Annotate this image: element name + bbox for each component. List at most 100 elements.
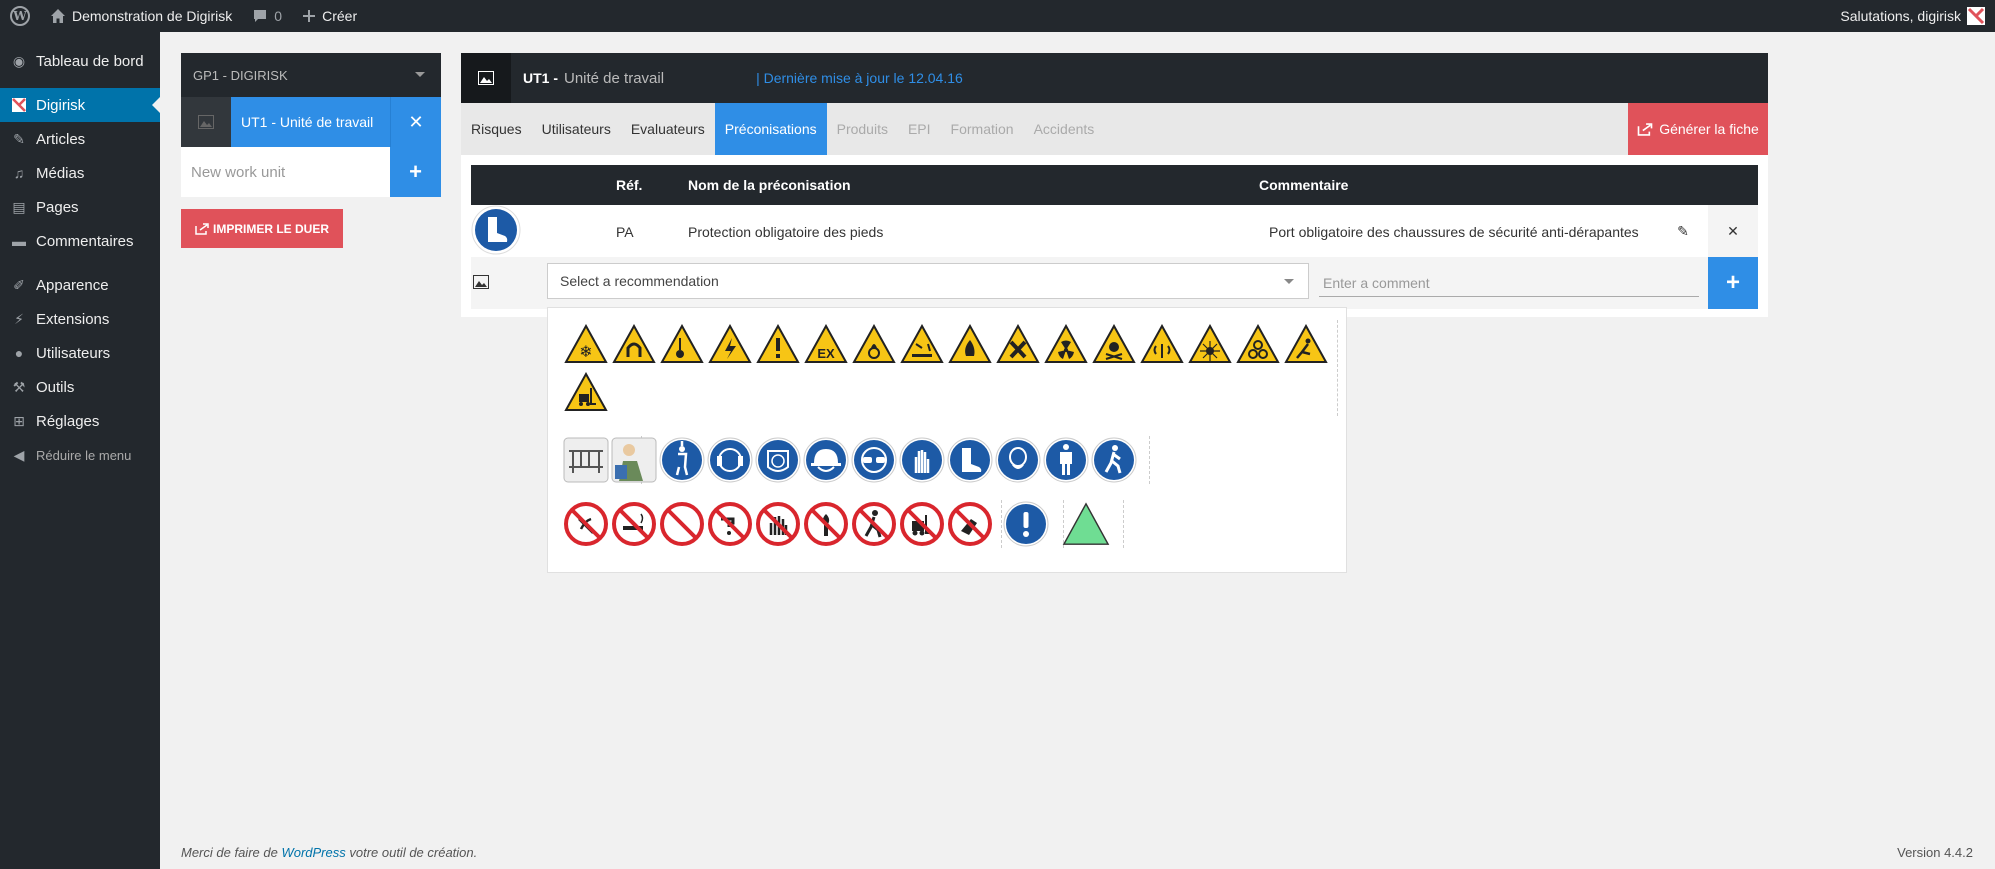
- warning-crane-icon[interactable]: [658, 320, 706, 368]
- comment-input[interactable]: [1319, 269, 1699, 297]
- mandatory-general-icon[interactable]: [1002, 500, 1050, 548]
- export-icon: [1637, 122, 1653, 136]
- tab-evaluateurs[interactable]: Evaluateurs: [621, 103, 715, 155]
- last-update: | Dernière mise à jour le 12.04.16: [756, 70, 963, 86]
- digirisk-icon: [10, 96, 28, 114]
- work-unit-label[interactable]: UT1 - Unité de travail: [231, 97, 390, 147]
- site-name-link[interactable]: Demonstration de Digirisk: [40, 0, 242, 32]
- menu-item-comments[interactable]: ▬ Commentaires: [0, 224, 160, 258]
- warning-oxidizer-icon[interactable]: [850, 320, 898, 368]
- menu-item-appearance[interactable]: ✐ Apparence: [0, 268, 160, 302]
- group-selector[interactable]: GP1 - DIGIRISK: [181, 53, 441, 97]
- barrier-image-icon[interactable]: [562, 436, 610, 484]
- menu-item-articles[interactable]: ✎ Articles: [0, 122, 160, 156]
- warning-slippery-icon[interactable]: [1282, 320, 1330, 368]
- warning-flammable-icon[interactable]: [946, 320, 994, 368]
- group-panel: GP1 - DIGIRISK UT1 - Unité de travail ✕ …: [181, 53, 441, 248]
- safe-condition-triangle-icon[interactable]: [1062, 500, 1110, 548]
- mandatory-pedestrian-icon[interactable]: [1090, 436, 1138, 484]
- add-work-unit-button[interactable]: +: [390, 147, 441, 197]
- prohibition-pedestrians-icon[interactable]: [850, 500, 898, 548]
- menu-item-users[interactable]: ● Utilisateurs: [0, 336, 160, 370]
- image-placeholder-icon[interactable]: [461, 53, 511, 103]
- warning-toxic-icon[interactable]: [1090, 320, 1138, 368]
- warning-electricity-icon[interactable]: [706, 320, 754, 368]
- prohibition-smoking-icon[interactable]: [610, 500, 658, 548]
- mandatory-foot-protection-icon[interactable]: [946, 436, 994, 484]
- print-duer-button[interactable]: IMPRIMER LE DUER: [181, 209, 343, 248]
- prohibition-mobile-phone-icon[interactable]: [946, 500, 994, 548]
- menu-item-pages[interactable]: ▤ Pages: [0, 190, 160, 224]
- mandatory-harness-icon[interactable]: [658, 436, 706, 484]
- menu-item-medias[interactable]: ♫ Médias: [0, 156, 160, 190]
- recommendation-select[interactable]: Select a recommendation: [547, 263, 1309, 299]
- mandatory-head-protection-icon[interactable]: [802, 436, 850, 484]
- comments-link[interactable]: 0: [242, 0, 292, 32]
- warning-general-icon[interactable]: [754, 320, 802, 368]
- create-new-link[interactable]: Créer: [292, 0, 367, 32]
- tab-preconisations[interactable]: Préconisations: [714, 103, 827, 155]
- mandatory-ear-protection-icon[interactable]: [706, 436, 754, 484]
- tab-utilisateurs[interactable]: Utilisateurs: [532, 103, 621, 155]
- wp-logo-menu[interactable]: W: [0, 0, 40, 32]
- mandatory-face-shield-icon[interactable]: [754, 436, 802, 484]
- warning-harmful-icon[interactable]: [994, 320, 1042, 368]
- unit-reference: UT1 -: [523, 70, 558, 86]
- unit-name[interactable]: Unité de travail: [564, 70, 664, 87]
- worker-image-icon[interactable]: [610, 436, 658, 484]
- comment-icon: [254, 10, 267, 22]
- prohibition-general-icon[interactable]: [658, 500, 706, 548]
- prohibition-drinking-water-icon[interactable]: [706, 500, 754, 548]
- delete-icon[interactable]: ✕: [1708, 205, 1758, 259]
- plugin-icon: ⚡: [14, 310, 24, 327]
- new-work-unit-input[interactable]: [181, 147, 390, 197]
- tab-epi: EPI: [907, 121, 931, 137]
- recommendation-ref: PA: [616, 205, 688, 259]
- warning-biohazard-icon[interactable]: [1234, 320, 1282, 368]
- work-unit-item[interactable]: UT1 - Unité de travail ✕: [181, 97, 441, 147]
- menu-item-dashboard[interactable]: ◉ Tableau de bord: [0, 44, 160, 78]
- admin-menu: ◉ Tableau de bord Digirisk ✎ Articles ♫ …: [0, 32, 160, 869]
- mandatory-eye-protection-icon[interactable]: [850, 436, 898, 484]
- warning-laser-icon[interactable]: [1186, 320, 1234, 368]
- column-name: Nom de la préconisation: [688, 165, 1259, 205]
- new-work-unit-form: +: [181, 147, 441, 197]
- prohibition-open-flame-icon[interactable]: [802, 500, 850, 548]
- warning-magnet-icon[interactable]: [610, 320, 658, 368]
- warning-radiation-icon[interactable]: [1138, 320, 1186, 368]
- tab-produits: Produits: [836, 121, 888, 137]
- menu-item-plugins[interactable]: ⚡ Extensions: [0, 302, 160, 336]
- warning-explosive-atmosphere-icon[interactable]: EX: [802, 320, 850, 368]
- menu-item-digirisk[interactable]: Digirisk: [0, 88, 160, 122]
- tab-risques[interactable]: Risques: [461, 103, 532, 155]
- add-recommendation-button[interactable]: +: [1708, 257, 1758, 309]
- mandatory-protective-clothing-icon[interactable]: [1042, 436, 1090, 484]
- media-icon: ♫: [13, 165, 25, 181]
- edit-icon[interactable]: ✎: [1658, 205, 1708, 259]
- mandatory-gloves-icon[interactable]: [898, 436, 946, 484]
- svg-text:❄: ❄: [579, 344, 592, 361]
- prohibition-touch-icon[interactable]: [754, 500, 802, 548]
- warning-corrosive-icon[interactable]: [898, 320, 946, 368]
- home-icon: [51, 9, 65, 23]
- recommendation-dropdown: ❄ EX: [547, 307, 1347, 573]
- admin-bar: W Demonstration de Digirisk 0 Créer Salu…: [0, 0, 1995, 32]
- brush-icon: ✐: [13, 276, 25, 293]
- warning-radioactive-icon[interactable]: [1042, 320, 1090, 368]
- menu-item-settings[interactable]: ⊞ Réglages: [0, 404, 160, 438]
- mandatory-mask-icon[interactable]: [994, 436, 1042, 484]
- image-placeholder-icon[interactable]: [473, 275, 489, 289]
- warning-forklift-icon[interactable]: [562, 368, 610, 416]
- table-row: PA Protection obligatoire des pieds Port…: [471, 205, 1758, 259]
- menu-item-tools[interactable]: ⚒ Outils: [0, 370, 160, 404]
- prohibition-extinguish-water-icon[interactable]: [562, 500, 610, 548]
- wordpress-link[interactable]: WordPress: [281, 845, 345, 860]
- my-account-link[interactable]: Salutations, digirisk: [1830, 0, 1995, 32]
- warning-cold-icon[interactable]: ❄: [562, 320, 610, 368]
- close-icon[interactable]: ✕: [390, 97, 441, 147]
- recommendation-image: [471, 205, 616, 259]
- image-placeholder-icon[interactable]: [181, 97, 231, 147]
- prohibition-forklift-icon[interactable]: [898, 500, 946, 548]
- menu-item-collapse[interactable]: ◀ Réduire le menu: [0, 438, 160, 472]
- generate-sheet-button[interactable]: Générer la fiche: [1628, 103, 1768, 155]
